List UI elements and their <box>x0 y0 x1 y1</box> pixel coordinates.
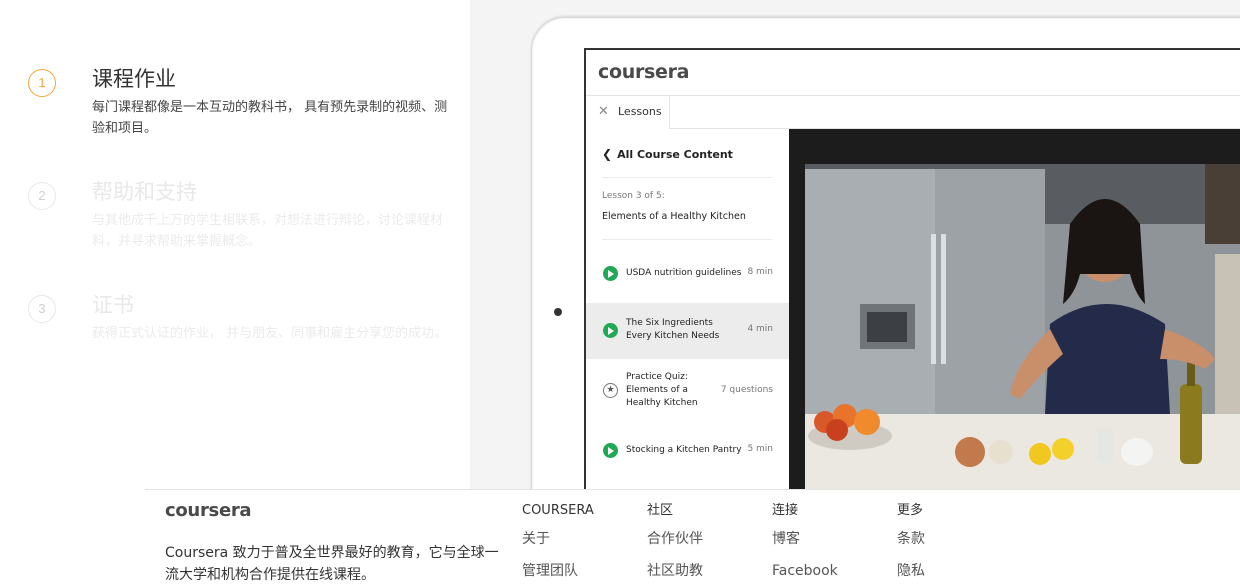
item-duration: 8 min <box>747 267 773 277</box>
device-showcase: coursera ✕ Lessons ❮ All Course Content L… <box>470 0 1240 490</box>
item-title: USDA nutrition guidelines <box>626 268 742 278</box>
item-duration: 5 min <box>747 444 773 454</box>
lesson-item[interactable]: The Six Ingredients Every Kitchen Needs … <box>586 303 789 359</box>
footer-column-heading: 连接 <box>772 503 799 518</box>
tablet-camera <box>554 308 562 316</box>
footer-link-leadership[interactable]: 管理团队 <box>522 560 642 588</box>
footer-description: Coursera 致力于普及全世界最好的教育，它与全球一流大学和机构合作提供在线… <box>165 545 499 583</box>
footer-link-about[interactable]: 关于 <box>522 528 642 560</box>
lesson-title: Elements of a Healthy Kitchen <box>602 211 746 222</box>
video-still-image <box>805 164 1240 490</box>
app-logo[interactable]: coursera <box>598 61 690 83</box>
step-description: 获得正式认证的作业， 并与朋友、同事和雇主分享您的成功。 <box>92 326 448 341</box>
lesson-item[interactable]: USDA nutrition guidelines 8 min <box>586 247 789 299</box>
footer-column-heading: 社区 <box>647 503 674 518</box>
footer-logo[interactable]: coursera <box>165 500 252 521</box>
divider <box>602 177 772 178</box>
play-icon <box>603 323 618 338</box>
video-frame[interactable] <box>805 164 1240 490</box>
footer-column-heading: COURSERA <box>522 503 594 518</box>
step-title: 课程作业 <box>92 67 176 91</box>
app-header: coursera <box>586 50 1240 96</box>
video-player[interactable] <box>789 129 1240 490</box>
back-label: All Course Content <box>617 148 733 161</box>
item-title: Practice Quiz: Elements of a Healthy Kit… <box>626 372 698 408</box>
star-icon: ★ <box>603 383 618 398</box>
lesson-item[interactable]: ★ Practice Quiz: Elements of a Healthy K… <box>586 361 789 421</box>
footer-column-heading: 更多 <box>897 503 924 518</box>
item-duration: 7 questions <box>720 385 773 395</box>
site-footer: coursera Coursera 致力于普及全世界最好的教育，它与全球一流大学… <box>145 489 1240 588</box>
close-icon[interactable]: ✕ <box>598 96 609 127</box>
step-description: 每门课程都像是一本互动的教科书， 具有预先录制的视频、测验和项目。 <box>92 100 448 136</box>
footer-link-terms[interactable]: 条款 <box>897 528 1017 560</box>
app-tabbar: ✕ Lessons <box>586 96 1240 129</box>
tab-lessons[interactable]: ✕ Lessons <box>586 96 670 129</box>
step-number-badge: 1 <box>28 69 56 97</box>
lesson-meta: Lesson 3 of 5: <box>602 191 665 201</box>
tab-label: Lessons <box>618 105 662 118</box>
footer-link-privacy[interactable]: 隐私 <box>897 560 1017 588</box>
footer-column-connect: 连接 博客 Facebook <box>772 502 892 588</box>
play-icon <box>603 443 618 458</box>
item-title: The Six Ingredients Every Kitchen Needs <box>626 318 720 341</box>
step-title: 帮助和支持 <box>92 180 197 204</box>
tablet-screen: coursera ✕ Lessons ❮ All Course Content L… <box>584 48 1240 490</box>
footer-link-blog[interactable]: 博客 <box>772 528 892 560</box>
step-description: 与其他成千上万的学生相联系，对想法进行辩论，讨论课程材料，并寻求帮助来掌握概念。 <box>92 213 444 249</box>
play-icon <box>603 266 618 281</box>
lesson-item[interactable]: Stocking a Kitchen Pantry 5 min <box>586 429 789 479</box>
item-title: Stocking a Kitchen Pantry <box>626 445 742 455</box>
footer-link-facebook[interactable]: Facebook <box>772 560 892 588</box>
divider <box>602 239 772 240</box>
feature-steps: 1 课程作业 每门课程都像是一本互动的教科书， 具有预先录制的视频、测验和项目。… <box>0 0 470 490</box>
footer-column-community: 社区 合作伙伴 社区助教 <box>647 502 767 588</box>
all-course-content-link[interactable]: ❮ All Course Content <box>602 147 733 161</box>
chevron-left-icon: ❮ <box>602 147 613 161</box>
step-title: 证书 <box>92 293 134 317</box>
footer-link-partners[interactable]: 合作伙伴 <box>647 528 767 560</box>
step-number-badge: 3 <box>28 295 56 323</box>
step-number-badge: 2 <box>28 182 56 210</box>
footer-link-mentors[interactable]: 社区助教 <box>647 560 767 588</box>
footer-column-coursera: COURSERA 关于 管理团队 <box>522 502 642 588</box>
tablet-frame: coursera ✕ Lessons ❮ All Course Content L… <box>531 17 1240 490</box>
item-duration: 4 min <box>747 324 773 334</box>
footer-column-more: 更多 条款 隐私 <box>897 502 1017 588</box>
lesson-sidebar: ❮ All Course Content Lesson 3 of 5: Eleme… <box>586 129 789 490</box>
